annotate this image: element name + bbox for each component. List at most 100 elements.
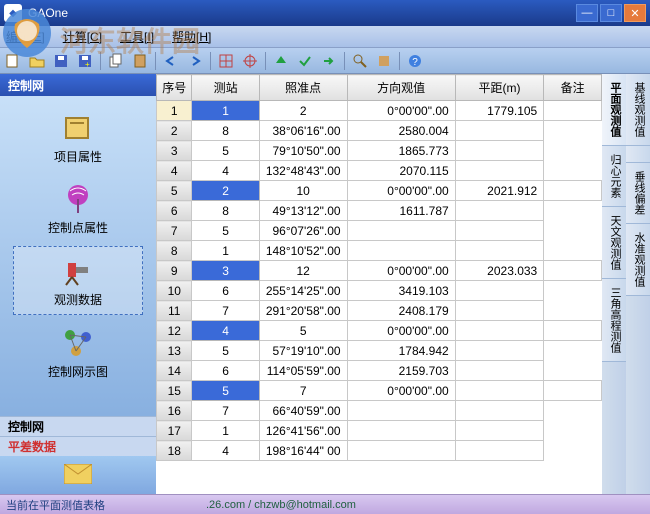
cell-direction[interactable]: 96°07'26".00 [259,221,347,241]
cell-distance[interactable]: 2408.179 [347,301,455,321]
col-header[interactable]: 照准点 [259,75,347,101]
cell-note[interactable] [455,201,544,221]
vtab[interactable]: 归心元素 [602,146,626,207]
tool-save-icon[interactable] [52,52,70,70]
cell-point[interactable]: 8 [192,201,259,221]
nav-item-control-point[interactable]: 控制点属性 [13,175,143,242]
tool-open-icon[interactable] [28,52,46,70]
cell-direction[interactable]: 255°14'25".00 [259,281,347,301]
tool-search-icon[interactable] [351,52,369,70]
station-cell[interactable]: 4 [192,321,259,341]
cell-distance[interactable] [347,421,455,441]
row-header[interactable]: 7 [157,221,192,241]
vtab[interactable]: 三角高程测值 [602,279,626,362]
cell-distance[interactable]: 2021.912 [455,181,544,201]
menu-calc[interactable]: 计算[C] [63,28,102,45]
menu-edit[interactable]: 编辑[E] [6,28,45,45]
row-header[interactable]: 17 [157,421,192,441]
menu-help[interactable]: 帮助[H] [172,28,211,45]
row-header[interactable]: 1 [157,101,192,121]
cell-note[interactable] [455,301,544,321]
cell-direction[interactable]: 79°10'50".00 [259,141,347,161]
cell-distance[interactable] [455,381,544,401]
cell-distance[interactable]: 2023.033 [455,261,544,281]
cell-distance[interactable] [347,441,455,461]
row-header[interactable]: 2 [157,121,192,141]
panel-header-control[interactable]: 控制网 [0,74,156,96]
vtab[interactable] [626,146,650,163]
cell-distance[interactable]: 1865.773 [347,141,455,161]
cell-point[interactable]: 7 [192,401,259,421]
cell-direction[interactable]: 132°48'43".00 [259,161,347,181]
mail-icon[interactable] [64,464,92,487]
vtab[interactable]: 垂线偏差 [626,163,650,224]
tool-arrow-icon[interactable] [320,52,338,70]
table-row[interactable]: 117291°20'58".002408.179 [157,301,602,321]
vtab[interactable]: 天文观测值 [602,207,626,279]
table-row[interactable]: 6849°13'12".001611.787 [157,201,602,221]
row-header[interactable]: 5 [157,181,192,201]
cell-direction[interactable]: 0°00'00".00 [347,261,455,281]
tool-new-icon[interactable] [4,52,22,70]
row-header[interactable]: 18 [157,441,192,461]
row-header[interactable]: 6 [157,201,192,221]
col-header[interactable]: 备注 [544,75,602,101]
table-row[interactable]: 44132°48'43".002070.115 [157,161,602,181]
cell-distance[interactable]: 1611.787 [347,201,455,221]
cell-point[interactable]: 7 [259,381,347,401]
cell-distance[interactable]: 1779.105 [455,101,544,121]
table-row[interactable]: 2838°06'16".002580.004 [157,121,602,141]
cell-point[interactable]: 5 [192,221,259,241]
cell-direction[interactable]: 49°13'12".00 [259,201,347,221]
cell-point[interactable]: 5 [192,341,259,361]
panel-section-control[interactable]: 控制网 [0,416,156,436]
nav-item-network-diagram[interactable]: 控制网示图 [13,319,143,386]
row-header[interactable]: 10 [157,281,192,301]
cell-distance[interactable]: 1784.942 [347,341,455,361]
table-row[interactable]: 7596°07'26".00 [157,221,602,241]
cell-note[interactable] [544,321,602,341]
tool-paste-icon[interactable] [131,52,149,70]
cell-direction[interactable]: 0°00'00".00 [347,181,455,201]
cell-note[interactable] [455,161,544,181]
table-row[interactable]: 93120°00'00".002023.033 [157,261,602,281]
cell-direction[interactable]: 291°20'58".00 [259,301,347,321]
table-row[interactable]: 1120°00'00".001779.105 [157,101,602,121]
cell-point[interactable]: 5 [192,141,259,161]
minimize-button[interactable]: — [576,4,598,22]
tool-up-icon[interactable] [272,52,290,70]
row-header[interactable]: 12 [157,321,192,341]
cell-note[interactable] [455,221,544,241]
row-header[interactable]: 11 [157,301,192,321]
cell-direction[interactable]: 57°19'10".00 [259,341,347,361]
row-header[interactable]: 13 [157,341,192,361]
panel-section-adjust[interactable]: 平差数据 [0,436,156,456]
close-button[interactable]: ✕ [624,4,646,22]
cell-note[interactable] [544,381,602,401]
cell-note[interactable] [455,141,544,161]
cell-point[interactable]: 8 [192,121,259,141]
cell-point[interactable]: 1 [192,421,259,441]
cell-direction[interactable]: 126°41'56".00 [259,421,347,441]
cell-note[interactable] [455,341,544,361]
nav-item-project[interactable]: 项目属性 [13,104,143,171]
cell-note[interactable] [455,441,544,461]
row-header[interactable]: 16 [157,401,192,421]
cell-direction[interactable]: 0°00'00".00 [347,101,455,121]
col-header[interactable]: 测站 [192,75,259,101]
table-row[interactable]: 106255°14'25".003419.103 [157,281,602,301]
cell-distance[interactable] [455,321,544,341]
tool-copy-icon[interactable] [107,52,125,70]
nav-item-observation[interactable]: 观测数据 [13,246,143,315]
cell-direction[interactable]: 198°16'44" 00 [259,441,347,461]
vtab[interactable]: 水准观测值 [626,224,650,296]
row-header[interactable]: 9 [157,261,192,281]
col-header[interactable]: 方向观值 [347,75,455,101]
row-header[interactable]: 3 [157,141,192,161]
table-row[interactable]: 3579°10'50".001865.773 [157,141,602,161]
cell-note[interactable] [455,421,544,441]
cell-distance[interactable] [347,401,455,421]
cell-distance[interactable]: 3419.103 [347,281,455,301]
maximize-button[interactable]: □ [600,4,622,22]
station-cell[interactable]: 5 [192,381,259,401]
